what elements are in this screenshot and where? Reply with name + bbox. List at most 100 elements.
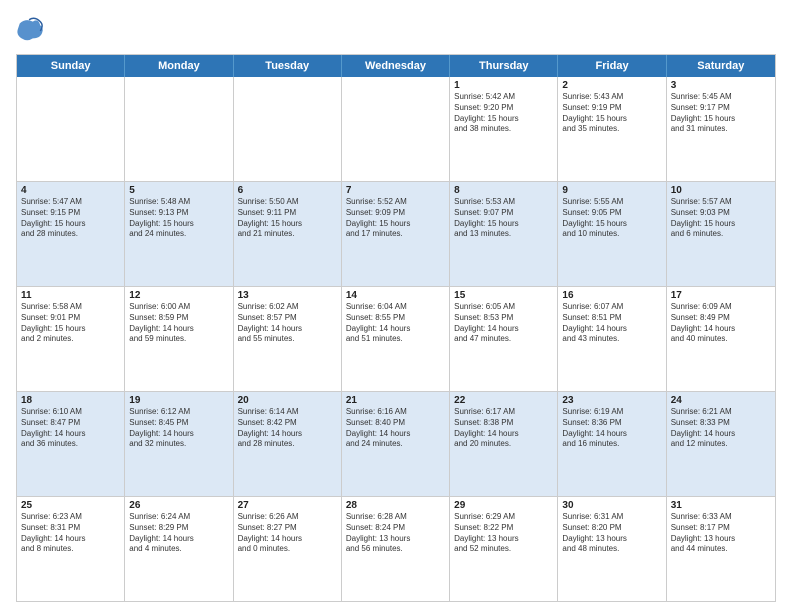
cell-info: Sunrise: 5:43 AM Sunset: 9:19 PM Dayligh…	[562, 92, 661, 135]
cell-info: Sunrise: 6:17 AM Sunset: 8:38 PM Dayligh…	[454, 407, 553, 450]
calendar-cell: 7Sunrise: 5:52 AM Sunset: 9:09 PM Daylig…	[342, 182, 450, 286]
cell-info: Sunrise: 6:00 AM Sunset: 8:59 PM Dayligh…	[129, 302, 228, 345]
cell-info: Sunrise: 6:09 AM Sunset: 8:49 PM Dayligh…	[671, 302, 771, 345]
day-header-thursday: Thursday	[450, 55, 558, 77]
cell-info: Sunrise: 6:26 AM Sunset: 8:27 PM Dayligh…	[238, 512, 337, 555]
day-number: 10	[671, 185, 771, 196]
day-number: 1	[454, 80, 553, 91]
cell-info: Sunrise: 6:23 AM Sunset: 8:31 PM Dayligh…	[21, 512, 120, 555]
calendar-week-4: 18Sunrise: 6:10 AM Sunset: 8:47 PM Dayli…	[17, 391, 775, 496]
calendar-cell: 18Sunrise: 6:10 AM Sunset: 8:47 PM Dayli…	[17, 392, 125, 496]
day-header-friday: Friday	[558, 55, 666, 77]
calendar-cell: 13Sunrise: 6:02 AM Sunset: 8:57 PM Dayli…	[234, 287, 342, 391]
day-number: 21	[346, 395, 445, 406]
cell-info: Sunrise: 6:05 AM Sunset: 8:53 PM Dayligh…	[454, 302, 553, 345]
day-number: 31	[671, 500, 771, 511]
calendar-cell: 16Sunrise: 6:07 AM Sunset: 8:51 PM Dayli…	[558, 287, 666, 391]
cell-info: Sunrise: 5:45 AM Sunset: 9:17 PM Dayligh…	[671, 92, 771, 135]
day-number: 30	[562, 500, 661, 511]
day-number: 27	[238, 500, 337, 511]
calendar-cell: 24Sunrise: 6:21 AM Sunset: 8:33 PM Dayli…	[667, 392, 775, 496]
calendar-cell: 27Sunrise: 6:26 AM Sunset: 8:27 PM Dayli…	[234, 497, 342, 601]
calendar-cell: 31Sunrise: 6:33 AM Sunset: 8:17 PM Dayli…	[667, 497, 775, 601]
calendar-cell: 6Sunrise: 5:50 AM Sunset: 9:11 PM Daylig…	[234, 182, 342, 286]
day-number: 5	[129, 185, 228, 196]
calendar-week-5: 25Sunrise: 6:23 AM Sunset: 8:31 PM Dayli…	[17, 496, 775, 601]
header	[16, 16, 776, 44]
day-header-monday: Monday	[125, 55, 233, 77]
cell-info: Sunrise: 5:42 AM Sunset: 9:20 PM Dayligh…	[454, 92, 553, 135]
day-number: 14	[346, 290, 445, 301]
cell-info: Sunrise: 6:10 AM Sunset: 8:47 PM Dayligh…	[21, 407, 120, 450]
day-header-wednesday: Wednesday	[342, 55, 450, 77]
day-number: 20	[238, 395, 337, 406]
day-number: 3	[671, 80, 771, 91]
calendar-body: 1Sunrise: 5:42 AM Sunset: 9:20 PM Daylig…	[17, 77, 775, 601]
calendar-header: SundayMondayTuesdayWednesdayThursdayFrid…	[17, 55, 775, 77]
calendar-cell: 1Sunrise: 5:42 AM Sunset: 9:20 PM Daylig…	[450, 77, 558, 181]
calendar-cell: 8Sunrise: 5:53 AM Sunset: 9:07 PM Daylig…	[450, 182, 558, 286]
cell-info: Sunrise: 5:50 AM Sunset: 9:11 PM Dayligh…	[238, 197, 337, 240]
day-number: 6	[238, 185, 337, 196]
day-number: 19	[129, 395, 228, 406]
calendar-cell: 9Sunrise: 5:55 AM Sunset: 9:05 PM Daylig…	[558, 182, 666, 286]
calendar-cell: 5Sunrise: 5:48 AM Sunset: 9:13 PM Daylig…	[125, 182, 233, 286]
day-number: 15	[454, 290, 553, 301]
calendar-cell: 20Sunrise: 6:14 AM Sunset: 8:42 PM Dayli…	[234, 392, 342, 496]
cell-info: Sunrise: 6:28 AM Sunset: 8:24 PM Dayligh…	[346, 512, 445, 555]
day-number: 8	[454, 185, 553, 196]
calendar-cell: 14Sunrise: 6:04 AM Sunset: 8:55 PM Dayli…	[342, 287, 450, 391]
day-number: 7	[346, 185, 445, 196]
cell-info: Sunrise: 6:31 AM Sunset: 8:20 PM Dayligh…	[562, 512, 661, 555]
calendar: SundayMondayTuesdayWednesdayThursdayFrid…	[16, 54, 776, 602]
cell-info: Sunrise: 6:29 AM Sunset: 8:22 PM Dayligh…	[454, 512, 553, 555]
cell-info: Sunrise: 6:02 AM Sunset: 8:57 PM Dayligh…	[238, 302, 337, 345]
day-number: 9	[562, 185, 661, 196]
calendar-cell: 10Sunrise: 5:57 AM Sunset: 9:03 PM Dayli…	[667, 182, 775, 286]
calendar-week-3: 11Sunrise: 5:58 AM Sunset: 9:01 PM Dayli…	[17, 286, 775, 391]
cell-info: Sunrise: 6:16 AM Sunset: 8:40 PM Dayligh…	[346, 407, 445, 450]
calendar-cell: 22Sunrise: 6:17 AM Sunset: 8:38 PM Dayli…	[450, 392, 558, 496]
cell-info: Sunrise: 5:55 AM Sunset: 9:05 PM Dayligh…	[562, 197, 661, 240]
cell-info: Sunrise: 6:21 AM Sunset: 8:33 PM Dayligh…	[671, 407, 771, 450]
day-number: 11	[21, 290, 120, 301]
cell-info: Sunrise: 5:53 AM Sunset: 9:07 PM Dayligh…	[454, 197, 553, 240]
calendar-week-2: 4Sunrise: 5:47 AM Sunset: 9:15 PM Daylig…	[17, 181, 775, 286]
cell-info: Sunrise: 6:24 AM Sunset: 8:29 PM Dayligh…	[129, 512, 228, 555]
day-number: 18	[21, 395, 120, 406]
cell-info: Sunrise: 6:12 AM Sunset: 8:45 PM Dayligh…	[129, 407, 228, 450]
cell-info: Sunrise: 6:33 AM Sunset: 8:17 PM Dayligh…	[671, 512, 771, 555]
day-number: 28	[346, 500, 445, 511]
day-number: 16	[562, 290, 661, 301]
day-number: 17	[671, 290, 771, 301]
calendar-cell	[234, 77, 342, 181]
calendar-cell: 26Sunrise: 6:24 AM Sunset: 8:29 PM Dayli…	[125, 497, 233, 601]
day-number: 24	[671, 395, 771, 406]
calendar-cell	[17, 77, 125, 181]
cell-info: Sunrise: 5:48 AM Sunset: 9:13 PM Dayligh…	[129, 197, 228, 240]
day-number: 22	[454, 395, 553, 406]
calendar-cell	[342, 77, 450, 181]
page: SundayMondayTuesdayWednesdayThursdayFrid…	[0, 0, 792, 612]
cell-info: Sunrise: 6:14 AM Sunset: 8:42 PM Dayligh…	[238, 407, 337, 450]
logo-icon	[16, 16, 44, 44]
cell-info: Sunrise: 6:07 AM Sunset: 8:51 PM Dayligh…	[562, 302, 661, 345]
calendar-cell	[125, 77, 233, 181]
cell-info: Sunrise: 6:19 AM Sunset: 8:36 PM Dayligh…	[562, 407, 661, 450]
day-header-tuesday: Tuesday	[234, 55, 342, 77]
calendar-cell: 23Sunrise: 6:19 AM Sunset: 8:36 PM Dayli…	[558, 392, 666, 496]
calendar-cell: 2Sunrise: 5:43 AM Sunset: 9:19 PM Daylig…	[558, 77, 666, 181]
calendar-cell: 3Sunrise: 5:45 AM Sunset: 9:17 PM Daylig…	[667, 77, 775, 181]
calendar-cell: 30Sunrise: 6:31 AM Sunset: 8:20 PM Dayli…	[558, 497, 666, 601]
logo	[16, 16, 48, 44]
day-header-saturday: Saturday	[667, 55, 775, 77]
day-number: 23	[562, 395, 661, 406]
calendar-cell: 17Sunrise: 6:09 AM Sunset: 8:49 PM Dayli…	[667, 287, 775, 391]
day-number: 4	[21, 185, 120, 196]
day-number: 12	[129, 290, 228, 301]
day-number: 29	[454, 500, 553, 511]
calendar-cell: 19Sunrise: 6:12 AM Sunset: 8:45 PM Dayli…	[125, 392, 233, 496]
cell-info: Sunrise: 6:04 AM Sunset: 8:55 PM Dayligh…	[346, 302, 445, 345]
cell-info: Sunrise: 5:47 AM Sunset: 9:15 PM Dayligh…	[21, 197, 120, 240]
day-number: 26	[129, 500, 228, 511]
